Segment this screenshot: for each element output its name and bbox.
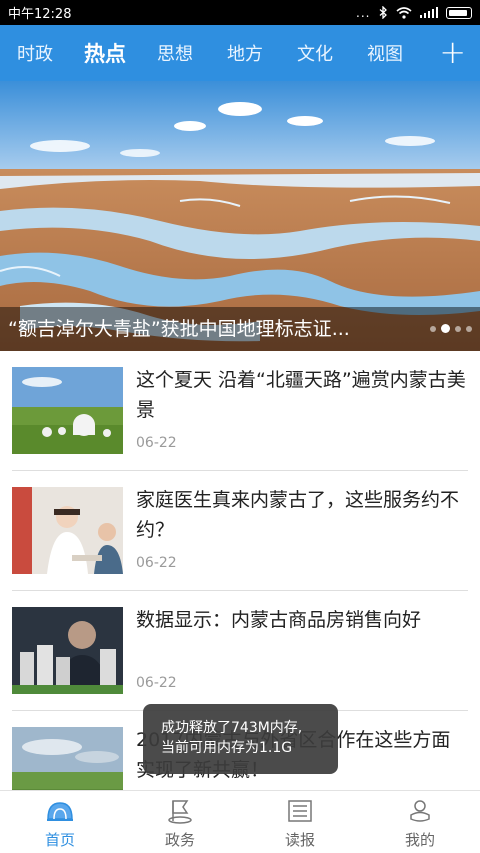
- news-title: 家庭医生真来内蒙古了，这些服务约不约？: [136, 489, 460, 541]
- tab-sixiang[interactable]: 思想: [140, 40, 210, 66]
- nav-home-label: 首页: [44, 831, 75, 849]
- news-title: 数据显示：内蒙古商品房销售向好: [136, 609, 422, 631]
- tab-redian[interactable]: 热点: [70, 38, 140, 68]
- news-date: 06-22: [136, 675, 177, 691]
- nav-home[interactable]: 首页: [0, 791, 120, 853]
- banner-caption[interactable]: “额吉淖尔大青盐”获批中国地理标志证...: [0, 307, 480, 351]
- carousel-dot: [430, 325, 436, 332]
- add-tab-button[interactable]: +: [439, 33, 466, 71]
- news-title: 这个夏天 沿着“北疆天路”遍赏内蒙古美景: [136, 369, 466, 421]
- nav-newspaper[interactable]: 读报: [240, 791, 360, 853]
- toast-line: 成功释放了743M内存,: [161, 720, 303, 736]
- banner-carousel[interactable]: “额吉淖尔大青盐”获批中国地理标志证...: [0, 81, 480, 351]
- toast-line: 当前可用内存为1.1G: [161, 740, 293, 756]
- home-dome-icon: [47, 802, 73, 821]
- battery-icon: [446, 6, 472, 19]
- status-bar: 中午12:28 ...: [0, 0, 480, 25]
- nav-government[interactable]: 政务: [120, 791, 240, 853]
- bluetooth-icon: [379, 6, 387, 19]
- status-icons: ...: [356, 6, 472, 20]
- tab-shitu[interactable]: 视图: [350, 40, 420, 66]
- nav-profile[interactable]: 我的: [360, 791, 480, 853]
- news-item[interactable]: 数据显示：内蒙古商品房销售向好 06-22: [12, 591, 468, 711]
- nav-government-label: 政务: [164, 831, 195, 849]
- carousel-dot: [466, 325, 472, 332]
- carousel-indicator: [430, 324, 472, 333]
- nav-newspaper-label: 读报: [284, 831, 315, 849]
- government-icon: [168, 800, 192, 824]
- category-tab-bar: 时政 热点 思想 地方 文化 视图 +: [0, 25, 480, 81]
- nav-profile-label: 我的: [404, 831, 435, 849]
- status-time: 中午12:28: [8, 7, 72, 22]
- more-dots-icon: ...: [356, 5, 371, 20]
- bottom-navigation: 首页 政务 读报 我的: [0, 790, 480, 853]
- news-item[interactable]: 这个夏天 沿着“北疆天路”遍赏内蒙古美景 06-22: [12, 351, 468, 471]
- tab-shizheng[interactable]: 时政: [0, 40, 70, 66]
- carousel-dot-active: [441, 324, 450, 333]
- tab-difang[interactable]: 地方: [210, 40, 280, 66]
- news-thumbnail: [12, 607, 123, 694]
- newspaper-icon: [288, 800, 312, 822]
- signal-icon: [419, 7, 438, 18]
- carousel-dot: [455, 325, 461, 332]
- news-thumbnail: [12, 487, 123, 574]
- profile-icon: [410, 800, 430, 822]
- news-thumbnail: [12, 367, 123, 454]
- wifi-icon: [395, 6, 412, 19]
- news-date: 06-22: [136, 555, 177, 571]
- tab-wenhua[interactable]: 文化: [280, 40, 350, 66]
- news-date: 06-22: [136, 435, 177, 451]
- memory-toast: 成功释放了743M内存, 当前可用内存为1.1G: [143, 704, 338, 774]
- news-item[interactable]: 家庭医生真来内蒙古了，这些服务约不约？ 06-22: [12, 471, 468, 591]
